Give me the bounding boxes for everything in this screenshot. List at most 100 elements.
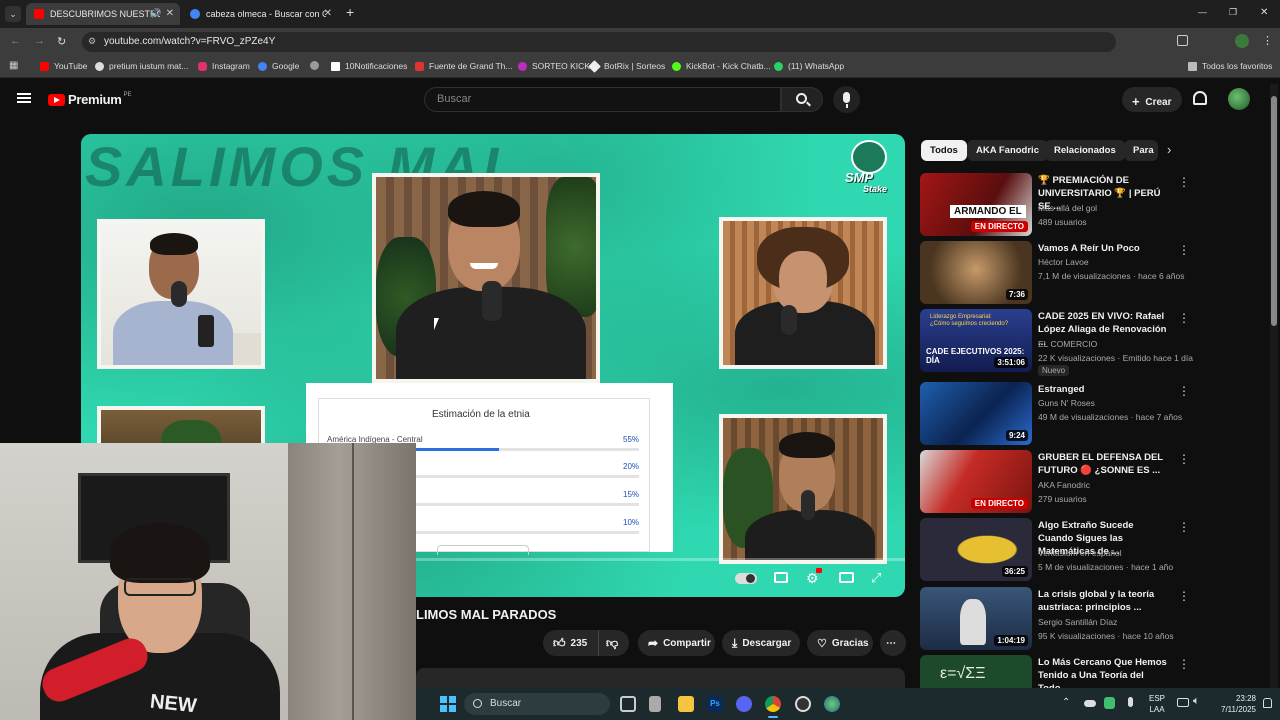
- video-title[interactable]: GRUBER EL DEFENSA DEL FUTURO 🔴 ¿SONNE ES…: [1038, 451, 1168, 477]
- download-button[interactable]: ⤓ Descargar: [722, 630, 800, 656]
- all-bookmarks[interactable]: Todos los favoritos: [1188, 61, 1272, 71]
- recommendation-item[interactable]: ARMANDO EL EN DIRECTO 🏆 PREMIACIÓN DE UN…: [920, 173, 1270, 237]
- theater-mode-icon[interactable]: [839, 572, 854, 583]
- apps-grid-icon[interactable]: ▦: [9, 60, 18, 71]
- share-button[interactable]: ➦ Compartir: [638, 630, 715, 656]
- extensions-icon[interactable]: [1177, 35, 1188, 46]
- recommendation-item[interactable]: 9:24 Estranged Guns N' Roses 49 M de vis…: [920, 382, 1270, 446]
- video-title[interactable]: Estranged: [1038, 383, 1168, 396]
- fullscreen-icon[interactable]: ⤢: [871, 570, 881, 586]
- bookmark-sorteo-kick[interactable]: SORTEO KICK: [518, 61, 590, 71]
- clock[interactable]: 23:28 7/11/2025: [1210, 693, 1256, 715]
- windows-start-icon[interactable]: [440, 696, 456, 712]
- bookmark-youtube[interactable]: YouTube: [40, 61, 87, 71]
- recommendation-item[interactable]: 1:04:19 La crisis global y la teoría aus…: [920, 587, 1270, 651]
- dislike-button[interactable]: 👎︎: [599, 636, 618, 651]
- search-button[interactable]: [781, 87, 823, 112]
- menu-kebab-icon[interactable]: ⋮: [1262, 34, 1273, 47]
- profile-avatar[interactable]: [1235, 34, 1249, 48]
- channel-name[interactable]: Guns N' Roses: [1038, 398, 1095, 408]
- address-bar[interactable]: ⚙ youtube.com/watch?v=FRVO_zPZe4Y: [82, 32, 1116, 52]
- video-thumbnail[interactable]: 1:04:19: [920, 587, 1032, 650]
- notifications-bell-icon[interactable]: [1193, 91, 1207, 105]
- language-indicator[interactable]: ESP LAA: [1149, 693, 1165, 715]
- account-avatar[interactable]: [1228, 88, 1250, 110]
- tab-search-button[interactable]: ⌄: [5, 6, 21, 22]
- bookmark-whatsapp[interactable]: (11) WhatsApp: [774, 61, 844, 71]
- photoshop-icon[interactable]: Ps: [707, 696, 723, 712]
- video-thumbnail[interactable]: ε=√ΣΞ: [920, 655, 1032, 688]
- file-explorer-icon[interactable]: [678, 696, 694, 712]
- video-title[interactable]: Lo Más Cercano Que Hemos Tenido a Una Te…: [1038, 656, 1168, 688]
- site-info-icon[interactable]: ⚙: [88, 36, 96, 47]
- notifications-icon[interactable]: [1263, 698, 1272, 708]
- close-tab-icon[interactable]: ✕: [166, 8, 174, 19]
- reload-icon[interactable]: ↻: [57, 35, 66, 48]
- more-actions-button[interactable]: ⋯: [880, 630, 906, 656]
- chrome-icon[interactable]: [765, 696, 781, 712]
- minimize-button[interactable]: —: [1198, 7, 1207, 17]
- recommendation-item[interactable]: ε=√ΣΞ Lo Más Cercano Que Hemos Tenido a …: [920, 655, 1270, 688]
- close-tab-icon[interactable]: ✕: [324, 8, 332, 19]
- onedrive-icon[interactable]: [1084, 700, 1096, 707]
- obs-icon[interactable]: [795, 696, 811, 712]
- thanks-button[interactable]: ♡ Gracias: [807, 630, 873, 656]
- chip-aka-fanodric[interactable]: AKA Fanodric: [967, 140, 1048, 161]
- channel-name[interactable]: Héctor Lavoe: [1038, 257, 1089, 267]
- tray-overflow-icon[interactable]: ⌃: [1062, 697, 1070, 708]
- recommendation-item[interactable]: EN DIRECTO GRUBER EL DEFENSA DEL FUTURO …: [920, 450, 1270, 514]
- more-options-icon[interactable]: ⋮: [1178, 243, 1190, 257]
- more-options-icon[interactable]: ⋮: [1178, 520, 1190, 534]
- forward-icon[interactable]: →: [34, 35, 45, 47]
- bookmark-instagram[interactable]: Instagram: [198, 61, 250, 71]
- video-title[interactable]: La crisis global y la teoría austriaca: …: [1038, 588, 1168, 614]
- recommendation-item[interactable]: 7:36 Vamos A Reír Un Poco Héctor Lavoe 7…: [920, 241, 1270, 305]
- bookmark-botrix[interactable]: BotRix | Sorteos: [588, 59, 665, 73]
- more-options-icon[interactable]: ⋮: [1178, 384, 1190, 398]
- chip-related[interactable]: Relacionados: [1045, 140, 1125, 161]
- bookmark-google[interactable]: Google: [258, 61, 299, 71]
- channel-name[interactable]: AKA Fanodric: [1038, 480, 1090, 490]
- voice-search-button[interactable]: [833, 86, 860, 113]
- bookmark-kickbot[interactable]: KickBot - Kick Chatb...: [672, 61, 771, 71]
- description-box[interactable]: [416, 668, 905, 690]
- video-thumbnail[interactable]: ARMANDO EL EN DIRECTO: [920, 173, 1032, 236]
- more-options-icon[interactable]: ⋮: [1178, 657, 1190, 671]
- channel-name[interactable]: Más allá del gol: [1038, 203, 1097, 213]
- video-thumbnail[interactable]: 36:25: [920, 518, 1032, 581]
- volume-icon[interactable]: 🔈︎: [1193, 695, 1200, 708]
- new-tab-button[interactable]: +: [346, 4, 354, 20]
- bookmark-x[interactable]: 10Notificaciones: [331, 61, 407, 71]
- like-button[interactable]: 👍︎ 235: [543, 630, 599, 656]
- tab-inactive[interactable]: cabeza olmeca - Buscar con Go ✕: [182, 3, 338, 25]
- microphone-tray-icon[interactable]: [1128, 697, 1133, 707]
- network-icon[interactable]: [1177, 698, 1189, 707]
- audio-icon[interactable]: 🔊: [150, 8, 161, 19]
- task-view-icon[interactable]: [620, 696, 636, 712]
- video-thumbnail[interactable]: 9:24: [920, 382, 1032, 445]
- chip-for-you[interactable]: Para: [1124, 140, 1158, 161]
- close-window-button[interactable]: ✕: [1260, 7, 1268, 18]
- restore-button[interactable]: ❐: [1229, 7, 1237, 18]
- more-options-icon[interactable]: ⋮: [1178, 311, 1190, 325]
- chip-next-chevron-icon[interactable]: ›: [1167, 142, 1171, 157]
- hamburger-menu-icon[interactable]: [17, 93, 31, 103]
- more-options-icon[interactable]: ⋮: [1178, 452, 1190, 466]
- channel-name[interactable]: Veritasium en español: [1038, 548, 1122, 558]
- security-icon[interactable]: [1104, 697, 1115, 709]
- youtube-logo[interactable]: Premium PE: [48, 92, 132, 107]
- more-options-icon[interactable]: ⋮: [1178, 175, 1190, 189]
- search-input[interactable]: Buscar: [424, 87, 781, 112]
- discord-icon[interactable]: [736, 696, 752, 712]
- video-thumbnail[interactable]: 7:36: [920, 241, 1032, 304]
- recommendation-item[interactable]: Liderazgo Empresarial: ¿Cómo seguimos cr…: [920, 309, 1270, 376]
- subtitles-icon[interactable]: [774, 572, 788, 583]
- channel-name[interactable]: Sergio Santillán Díaz: [1038, 617, 1117, 627]
- bookmark-gta-font[interactable]: Fuente de Grand Th...: [415, 61, 512, 71]
- recommendation-item[interactable]: 36:25 Algo Extraño Sucede Cuando Sigues …: [920, 518, 1270, 582]
- tab-active[interactable]: DESCUBRIMOS NUESTROS 🔊 ✕: [26, 3, 180, 25]
- bookmark-globe[interactable]: [310, 61, 324, 70]
- chip-all[interactable]: Todos: [921, 140, 967, 161]
- autoplay-toggle[interactable]: [735, 573, 757, 584]
- printer-icon[interactable]: [649, 696, 661, 712]
